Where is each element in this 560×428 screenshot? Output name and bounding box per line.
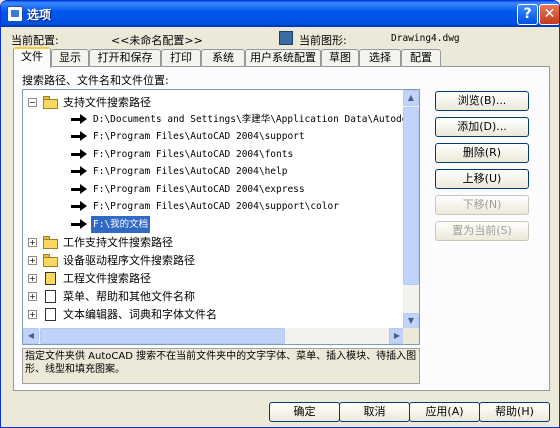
- tree-node-label: 文本编辑器、词典和字体文件名: [63, 308, 217, 321]
- help-title-button[interactable]: ?: [517, 4, 538, 25]
- horizontal-scrollbar[interactable]: ◀ ▶: [23, 328, 405, 344]
- tab-selection[interactable]: 选择: [359, 49, 401, 67]
- current-profile-value: <<未命名配置>>: [111, 34, 203, 47]
- vertical-scroll-thumb[interactable]: [403, 107, 419, 285]
- path-arrow-icon: [71, 114, 87, 125]
- file-paths-tree[interactable]: − 支持文件搜索路径 D:\Documents and Settings\李建华…: [22, 89, 420, 345]
- set-current-button[interactable]: 置为当前(S): [435, 221, 529, 241]
- scroll-left-icon[interactable]: ◀: [23, 328, 39, 344]
- tree-node-text-editor[interactable]: + 文本编辑器、词典和字体文件名: [23, 306, 403, 323]
- path-arrow-icon: [71, 184, 87, 195]
- scroll-corner: [403, 328, 419, 344]
- collapse-icon[interactable]: −: [28, 98, 37, 107]
- close-button[interactable]: ✕: [539, 4, 559, 25]
- path-text: F:\Program Files\AutoCAD 2004\help: [93, 166, 288, 177]
- folder-icon: [43, 236, 59, 249]
- tree-node-label: 工作支持文件搜索路径: [63, 236, 173, 249]
- tree-node-project-files[interactable]: + 工程文件搜索路径: [23, 270, 403, 287]
- path-text: F:\Program Files\AutoCAD 2004\support\co…: [93, 201, 339, 212]
- path-text: F:\Program Files\AutoCAD 2004\express: [93, 184, 305, 195]
- move-down-button[interactable]: 下移(N): [435, 195, 529, 215]
- path-text: F:\我的文档: [91, 216, 151, 233]
- project-icon: [45, 272, 56, 285]
- folder-search-icon: [43, 96, 59, 109]
- add-button[interactable]: 添加(D)...: [435, 117, 529, 137]
- files-tab-panel: 搜索路径、文件名和文件位置: − 支持文件搜索路径 D:\Documents a…: [13, 66, 550, 391]
- path-text: D:\Documents and Settings\李建华\Applicatio…: [93, 114, 420, 125]
- tree-path-item[interactable]: F:\Program Files\AutoCAD 2004\support\co…: [23, 198, 403, 215]
- options-dialog: 选项 ? ✕ 当前配置: <<未命名配置>> 当前图形: Drawing4.dw…: [0, 0, 560, 428]
- path-arrow-icon: [71, 149, 87, 160]
- profile-info-row: 当前配置: <<未命名配置>> 当前图形: Drawing4.dwg: [11, 31, 551, 47]
- tree-path-item[interactable]: F:\Program Files\AutoCAD 2004\fonts: [23, 146, 403, 163]
- tab-profiles[interactable]: 配置: [401, 49, 441, 67]
- move-up-button[interactable]: 上移(U): [435, 169, 529, 189]
- tree-path-item[interactable]: F:\Program Files\AutoCAD 2004\help: [23, 163, 403, 180]
- drawing-icon: [279, 31, 293, 45]
- tab-system[interactable]: 系统: [201, 49, 245, 67]
- tree-path-item[interactable]: D:\Documents and Settings\李建华\Applicatio…: [23, 111, 419, 128]
- window-title: 选项: [27, 8, 52, 22]
- path-arrow-icon: [71, 131, 87, 142]
- search-paths-label: 搜索路径、文件名和文件位置:: [22, 74, 169, 87]
- tab-drafting[interactable]: 草图: [321, 49, 359, 67]
- document-icon: [45, 308, 56, 321]
- tree-node-label: 工程文件搜索路径: [63, 272, 151, 285]
- path-arrow-icon: [71, 166, 87, 177]
- expand-icon[interactable]: +: [28, 292, 37, 301]
- tab-display[interactable]: 显示: [51, 49, 89, 67]
- tree-path-item[interactable]: F:\Program Files\AutoCAD 2004\support: [23, 128, 403, 145]
- tree-node-working-support[interactable]: + 工作支持文件搜索路径: [23, 234, 403, 251]
- tab-user-preferences[interactable]: 用户系统配置: [245, 49, 321, 67]
- path-arrow-icon: [71, 219, 87, 230]
- tab-plot[interactable]: 打印: [161, 49, 201, 67]
- horizontal-scroll-thumb[interactable]: [40, 328, 285, 344]
- tree-node-label: 菜单、帮助和其他文件名称: [63, 290, 195, 303]
- current-drawing-label: 当前图形:: [299, 34, 347, 47]
- tree-node-support-paths[interactable]: − 支持文件搜索路径: [23, 94, 403, 111]
- ok-button[interactable]: 确定: [269, 402, 340, 422]
- apply-button[interactable]: 应用(A): [409, 402, 480, 422]
- current-profile-label: 当前配置:: [11, 34, 59, 47]
- tree-node-label: 支持文件搜索路径: [63, 96, 151, 109]
- tree-node-device-drivers[interactable]: + 设备驱动程序文件搜索路径: [23, 252, 403, 269]
- folder-icon: [43, 254, 59, 267]
- expand-icon[interactable]: +: [28, 256, 37, 265]
- expand-icon[interactable]: +: [28, 310, 37, 319]
- browse-button[interactable]: 浏览(B)...: [435, 91, 529, 111]
- tab-files[interactable]: 文件: [13, 47, 51, 68]
- scroll-down-icon[interactable]: ▼: [403, 313, 419, 329]
- remove-button[interactable]: 删除(R): [435, 143, 529, 163]
- vertical-scrollbar[interactable]: ▲ ▼: [403, 90, 419, 329]
- scroll-up-icon[interactable]: ▲: [403, 90, 419, 106]
- help-button[interactable]: 帮助(H): [479, 402, 550, 422]
- tree-path-item[interactable]: F:\Program Files\AutoCAD 2004\express: [23, 181, 403, 198]
- path-arrow-icon: [71, 201, 87, 212]
- path-text: F:\Program Files\AutoCAD 2004\fonts: [93, 149, 294, 160]
- title-bar[interactable]: 选项 ? ✕: [1, 1, 559, 27]
- app-icon: [7, 6, 23, 22]
- tab-open-save[interactable]: 打开和保存: [89, 49, 161, 67]
- expand-icon[interactable]: +: [28, 274, 37, 283]
- description-text: 指定文件夹供 AutoCAD 搜索不在当前文件夹中的文字字体、菜单、插入模块、待…: [22, 348, 420, 384]
- tree-node-menu-help[interactable]: + 菜单、帮助和其他文件名称: [23, 288, 403, 305]
- cancel-button[interactable]: 取消: [339, 402, 410, 422]
- current-drawing-value: Drawing4.dwg: [391, 33, 460, 44]
- path-text: F:\Program Files\AutoCAD 2004\support: [93, 131, 305, 142]
- tree-path-item-selected[interactable]: F:\我的文档: [23, 216, 403, 233]
- expand-icon[interactable]: +: [28, 238, 37, 247]
- tree-node-label: 设备驱动程序文件搜索路径: [63, 254, 195, 267]
- document-icon: [45, 290, 56, 303]
